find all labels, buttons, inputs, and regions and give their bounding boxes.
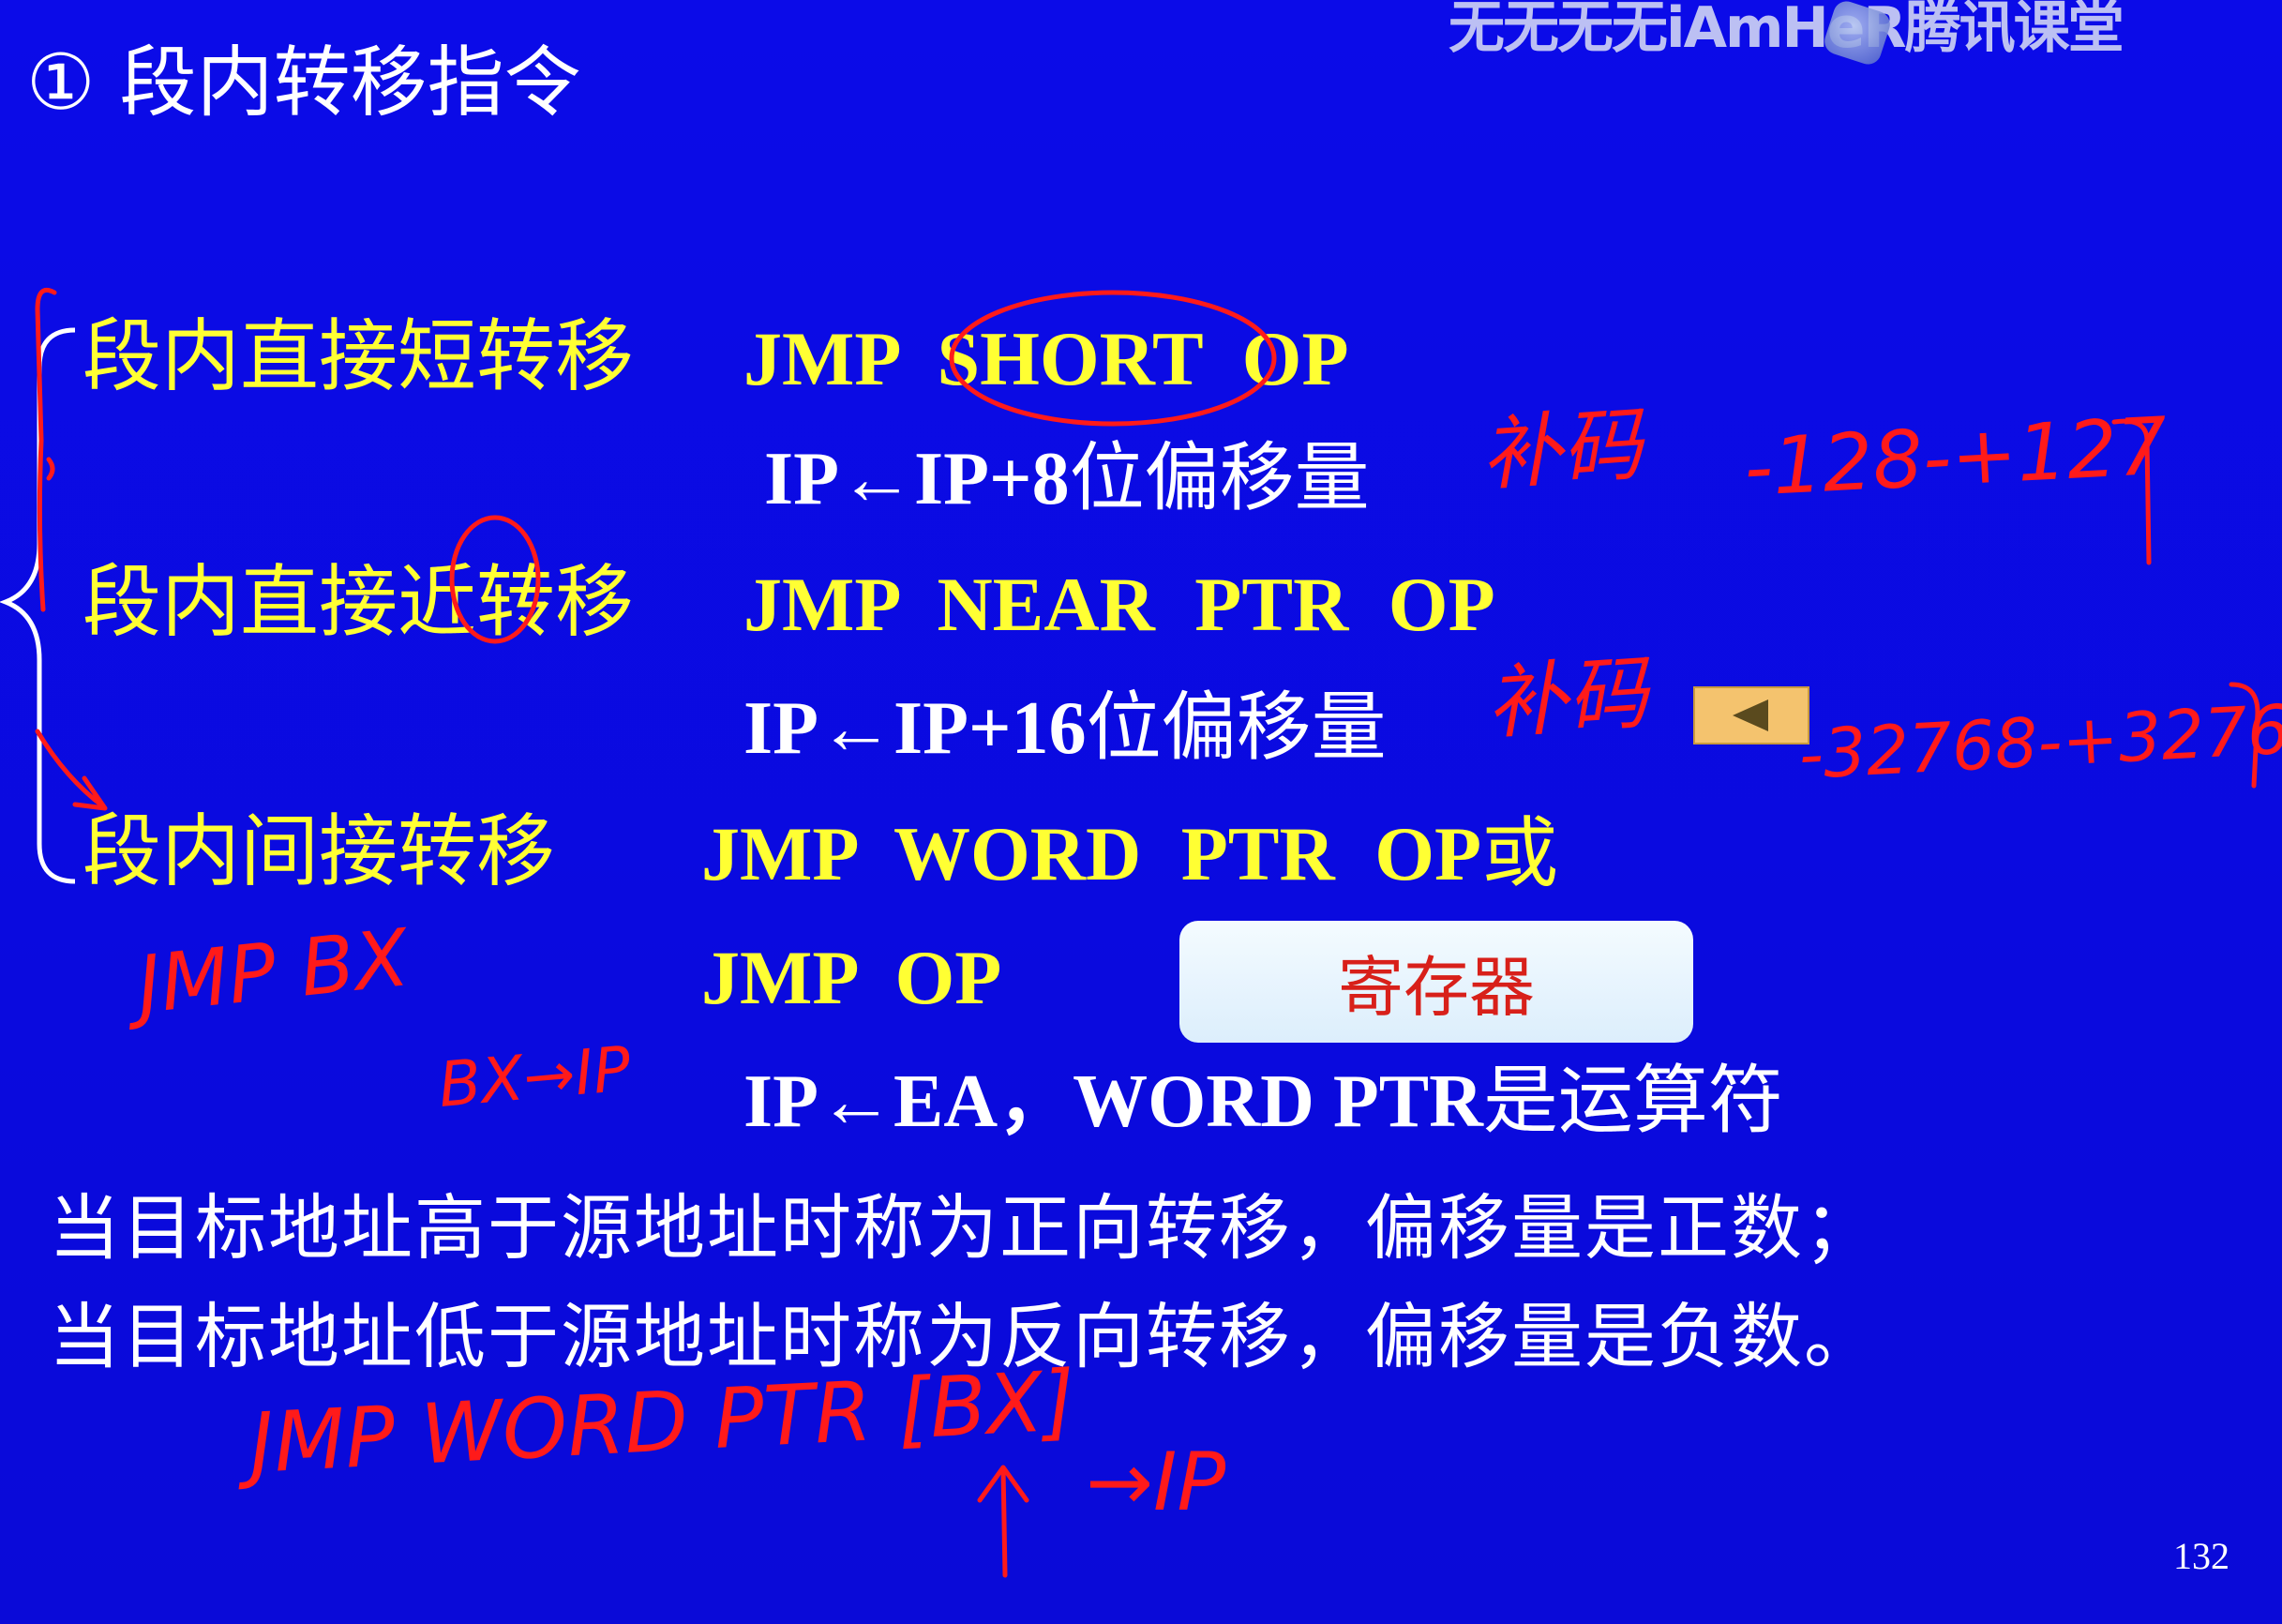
annotation-bracket-dot xyxy=(46,457,55,481)
annotation-range-1: -128-+127 xyxy=(1742,399,2169,514)
annotation-circle-near xyxy=(449,515,541,644)
annotation-jmp-bx: JMP BX xyxy=(120,911,415,1032)
annotation-jmp-word-ptr-bx: JMP WORD PTR [BX] xyxy=(233,1352,1078,1493)
annotation-arrow-to-row3 xyxy=(35,729,108,811)
annotation-range-2: -32768-+32767 xyxy=(1796,687,2282,794)
annotation-up-arrow xyxy=(977,1465,1029,1578)
annotation-buma-2: 补码 xyxy=(1483,646,1656,751)
annotation-buma-1: 补码 xyxy=(1478,398,1650,503)
annotation-circle-short xyxy=(949,290,1277,427)
annotation-bx-ip: BX→IP xyxy=(436,1032,634,1121)
annotation-to-ip: →IP xyxy=(1086,1436,1225,1529)
annotation-overlay: 补码 -128-+127 补码 -32768-+32767 JMP BX BX→… xyxy=(0,287,2282,1578)
slide: 无无无无iAmHeR腾讯课堂 ① 段内转移指令 段内直接短转移 JMP SHOR… xyxy=(0,0,2282,1624)
